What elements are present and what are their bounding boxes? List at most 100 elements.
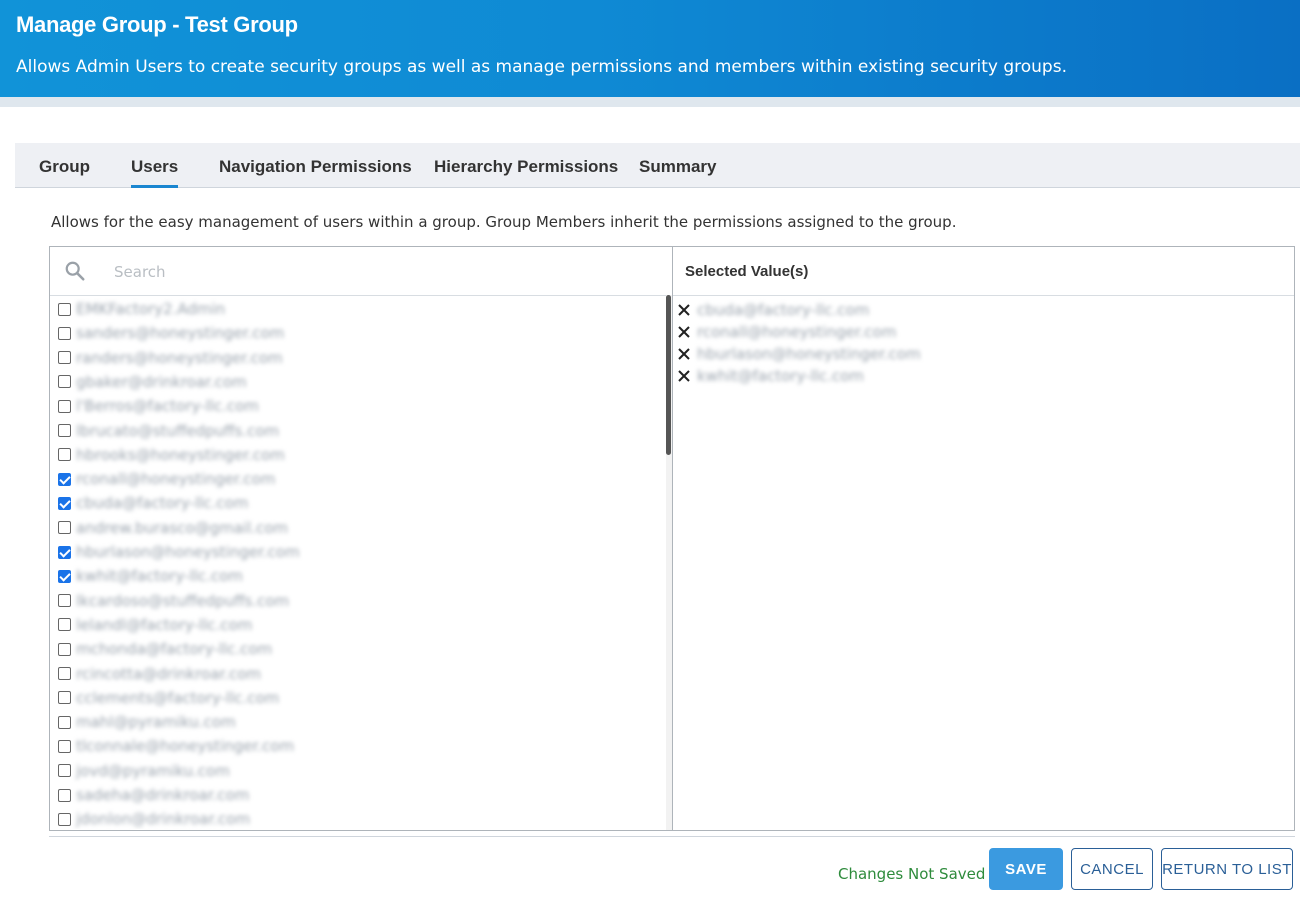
user-list-item[interactable]: rcincotta@drinkroar.com [58,663,261,685]
user-email: tlconnale@honeystinger.com [76,737,295,756]
user-checkbox[interactable] [58,812,71,826]
user-checkbox[interactable] [58,569,71,583]
user-list: EMKFactory2.Admin sanders@honeystinger.co… [50,297,672,829]
user-checkbox[interactable] [58,788,71,802]
user-list-item[interactable]: mchonda@factory-llc.com [58,638,272,660]
user-list-item[interactable]: l'Berros@factory-llc.com [58,395,259,417]
selected-item: rconall@honeystinger.com [677,321,896,343]
remove-icon[interactable] [677,369,691,383]
user-list-item[interactable]: cbuda@factory-llc.com [58,492,248,514]
user-checkbox[interactable] [58,739,71,753]
footer-divider [49,836,1295,837]
user-checkbox[interactable] [58,399,71,413]
user-checkbox[interactable] [58,545,71,559]
remove-icon[interactable] [677,303,691,317]
user-checkbox[interactable] [58,642,71,656]
user-list-item[interactable]: jdonlon@drinkroar.com [58,808,250,829]
user-email: lelandl@factory-llc.com [76,615,253,634]
user-checkbox[interactable] [58,618,71,632]
user-list-item[interactable]: cclements@factory-llc.com [58,687,279,709]
user-list-item[interactable]: EMKFactory2.Admin [58,298,225,320]
user-list-item[interactable]: hbrooks@honeystinger.com [58,444,285,466]
remove-icon[interactable] [677,347,691,361]
save-button[interactable]: SAVE [989,848,1063,890]
user-email: hburlason@honeystinger.com [76,543,300,561]
tab-hierarchy-permissions[interactable]: Hierarchy Permissions [434,143,618,188]
user-email: sadeha@drinkroar.com [76,786,250,804]
user-list-item[interactable]: gbaker@drinkroar.com [58,371,247,393]
user-email: cclements@factory-llc.com [76,688,280,707]
selected-users-panel: Selected Value(s) cbuda@factory-llc.com r… [673,247,1294,830]
scrollbar-thumb[interactable] [666,295,671,455]
tab-bar: Group Users Navigation Permissions Hiera… [15,143,1300,188]
selected-item: hburlason@honeystinger.com [677,343,921,365]
user-picker: EMKFactory2.Admin sanders@honeystinger.co… [49,246,1295,831]
user-list-item[interactable]: andrew.burasco@gmail.com [58,517,288,539]
remove-icon[interactable] [677,325,691,339]
page-header: Manage Group - Test Group Allows Admin U… [0,0,1300,97]
selected-email: hburlason@honeystinger.com [697,345,921,363]
user-email: gbaker@drinkroar.com [76,372,247,391]
user-checkbox[interactable] [58,594,71,608]
user-list-item[interactable]: mahl@pyramiku.com [58,711,236,733]
user-checkbox[interactable] [58,302,71,316]
user-checkbox[interactable] [58,715,71,729]
user-checkbox[interactable] [58,691,71,705]
user-email: rconall@honeystinger.com [76,470,276,489]
tab-group[interactable]: Group [39,143,90,188]
user-checkbox[interactable] [58,448,71,462]
page-subtitle: Allows Admin Users to create security gr… [16,57,1067,77]
tab-summary[interactable]: Summary [639,143,716,188]
tab-navigation-permissions[interactable]: Navigation Permissions [219,143,412,188]
user-list-item[interactable]: sadeha@drinkroar.com [58,784,249,806]
header-divider [0,97,1300,107]
user-list-item[interactable]: randers@honeystinger.com [58,347,283,369]
cancel-button[interactable]: CANCEL [1071,848,1153,890]
user-list-item[interactable]: kwhit@factory-llc.com [58,565,243,587]
user-checkbox[interactable] [58,351,71,365]
user-list-item[interactable]: tlconnale@honeystinger.com [58,735,294,757]
user-checkbox[interactable] [58,326,71,340]
return-to-list-button[interactable]: RETURN TO LIST [1161,848,1293,890]
selected-item: cbuda@factory-llc.com [677,299,869,321]
user-list-item[interactable]: lelandl@factory-llc.com [58,614,252,636]
user-list-item[interactable]: lbrucato@stuffedpuffs.com [58,420,279,442]
user-email: EMKFactory2.Admin [76,300,226,318]
user-checkbox[interactable] [58,472,71,486]
user-email: l'Berros@factory-llc.com [76,397,259,416]
user-email: lkcardoso@stuffedpuffs.com [76,591,290,610]
user-email: hbrooks@honeystinger.com [76,445,285,464]
search-icon [65,261,85,281]
section-description: Allows for the easy management of users … [51,213,957,231]
search-bar [50,247,672,296]
selected-values-header: Selected Value(s) [673,247,1294,296]
user-checkbox[interactable] [58,521,71,535]
tab-users[interactable]: Users [131,143,179,188]
user-list-item[interactable]: sanders@honeystinger.com [58,322,284,344]
user-email: kwhit@factory-llc.com [76,567,243,586]
user-email: cbuda@factory-llc.com [76,494,249,513]
user-email: sanders@honeystinger.com [76,324,285,343]
user-checkbox[interactable] [58,375,71,389]
user-email: mahl@pyramiku.com [76,713,236,732]
selected-values-label: Selected Value(s) [685,263,809,280]
user-list-item[interactable]: rconall@honeystinger.com [58,468,275,490]
save-status: Changes Not Saved [838,865,986,883]
user-checkbox[interactable] [58,424,71,437]
selected-email: cbuda@factory-llc.com [697,301,870,319]
user-email: jdonlon@drinkroar.com [76,810,251,829]
user-list-item[interactable]: jovd@pyramiku.com [58,760,230,782]
user-list-item[interactable]: lkcardoso@stuffedpuffs.com [58,590,289,612]
page-title: Manage Group - Test Group [16,12,298,37]
search-input[interactable] [114,257,514,287]
user-email: andrew.burasco@gmail.com [76,518,289,537]
user-checkbox[interactable] [58,667,71,680]
user-list-item[interactable]: hburlason@honeystinger.com [58,541,300,563]
user-email: lbrucato@stuffedpuffs.com [76,421,280,440]
user-checkbox[interactable] [58,496,71,510]
selected-item: kwhit@factory-llc.com [677,365,864,387]
selected-email: rconall@honeystinger.com [697,323,897,341]
available-users-panel: EMKFactory2.Admin sanders@honeystinger.co… [50,247,673,830]
user-checkbox[interactable] [58,764,71,778]
user-email: mchonda@factory-llc.com [76,640,273,659]
